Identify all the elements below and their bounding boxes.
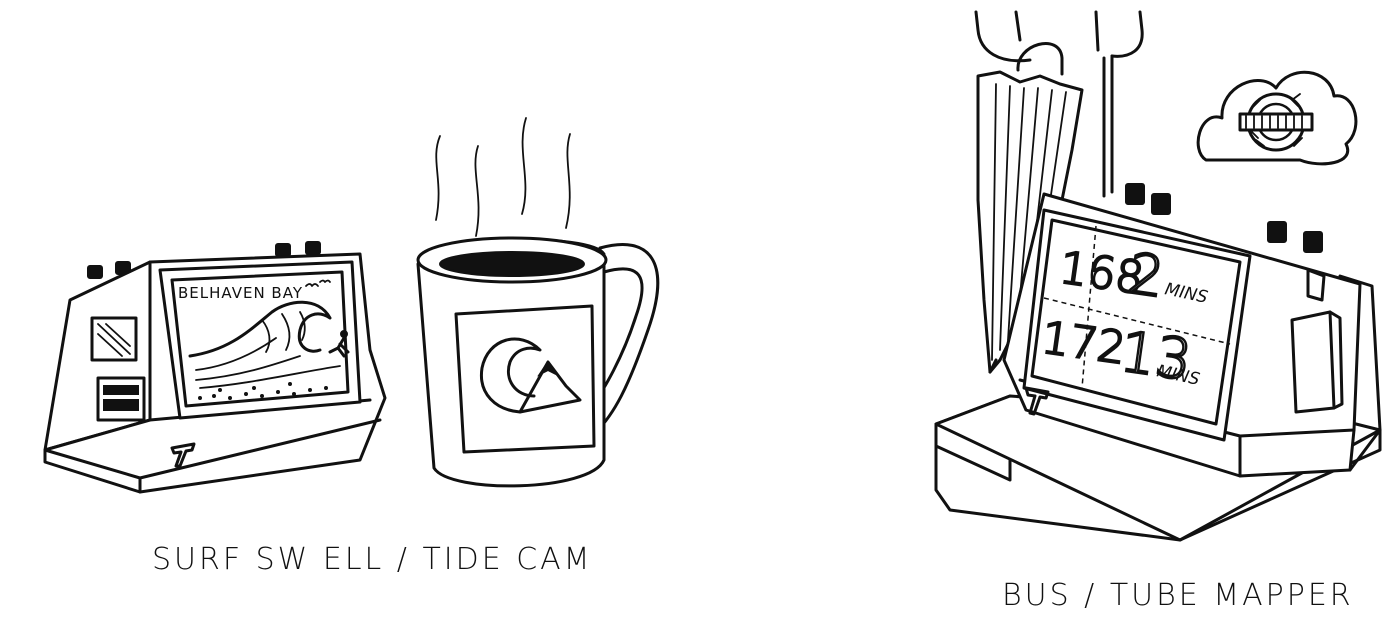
underground-roundel-icon bbox=[1196, 70, 1358, 166]
surf-caption: SURF SW ELL / TIDE CAM bbox=[152, 542, 593, 577]
wave-mountain-icon bbox=[454, 304, 596, 454]
side-button-top[interactable] bbox=[90, 316, 138, 362]
bus-caption: BUS / TUBE MAPPER bbox=[1002, 578, 1354, 613]
surf-screen: BELHAVEN BAY bbox=[170, 270, 350, 408]
surf-location-title: BELHAVEN BAY bbox=[178, 284, 303, 302]
side-button-bottom[interactable] bbox=[96, 376, 146, 422]
coffee-mug bbox=[416, 117, 660, 488]
steam-icon bbox=[435, 117, 571, 237]
surf-tide-cam-device: BELHAVEN BAY bbox=[43, 241, 387, 494]
bus-tube-mapper-scene: 168 2 MINS 172 13 MINS bbox=[934, 10, 1382, 542]
illustration-canvas: BELHAVEN BAY 168 2 MINS 172 13 MINS bbox=[43, 10, 1382, 542]
